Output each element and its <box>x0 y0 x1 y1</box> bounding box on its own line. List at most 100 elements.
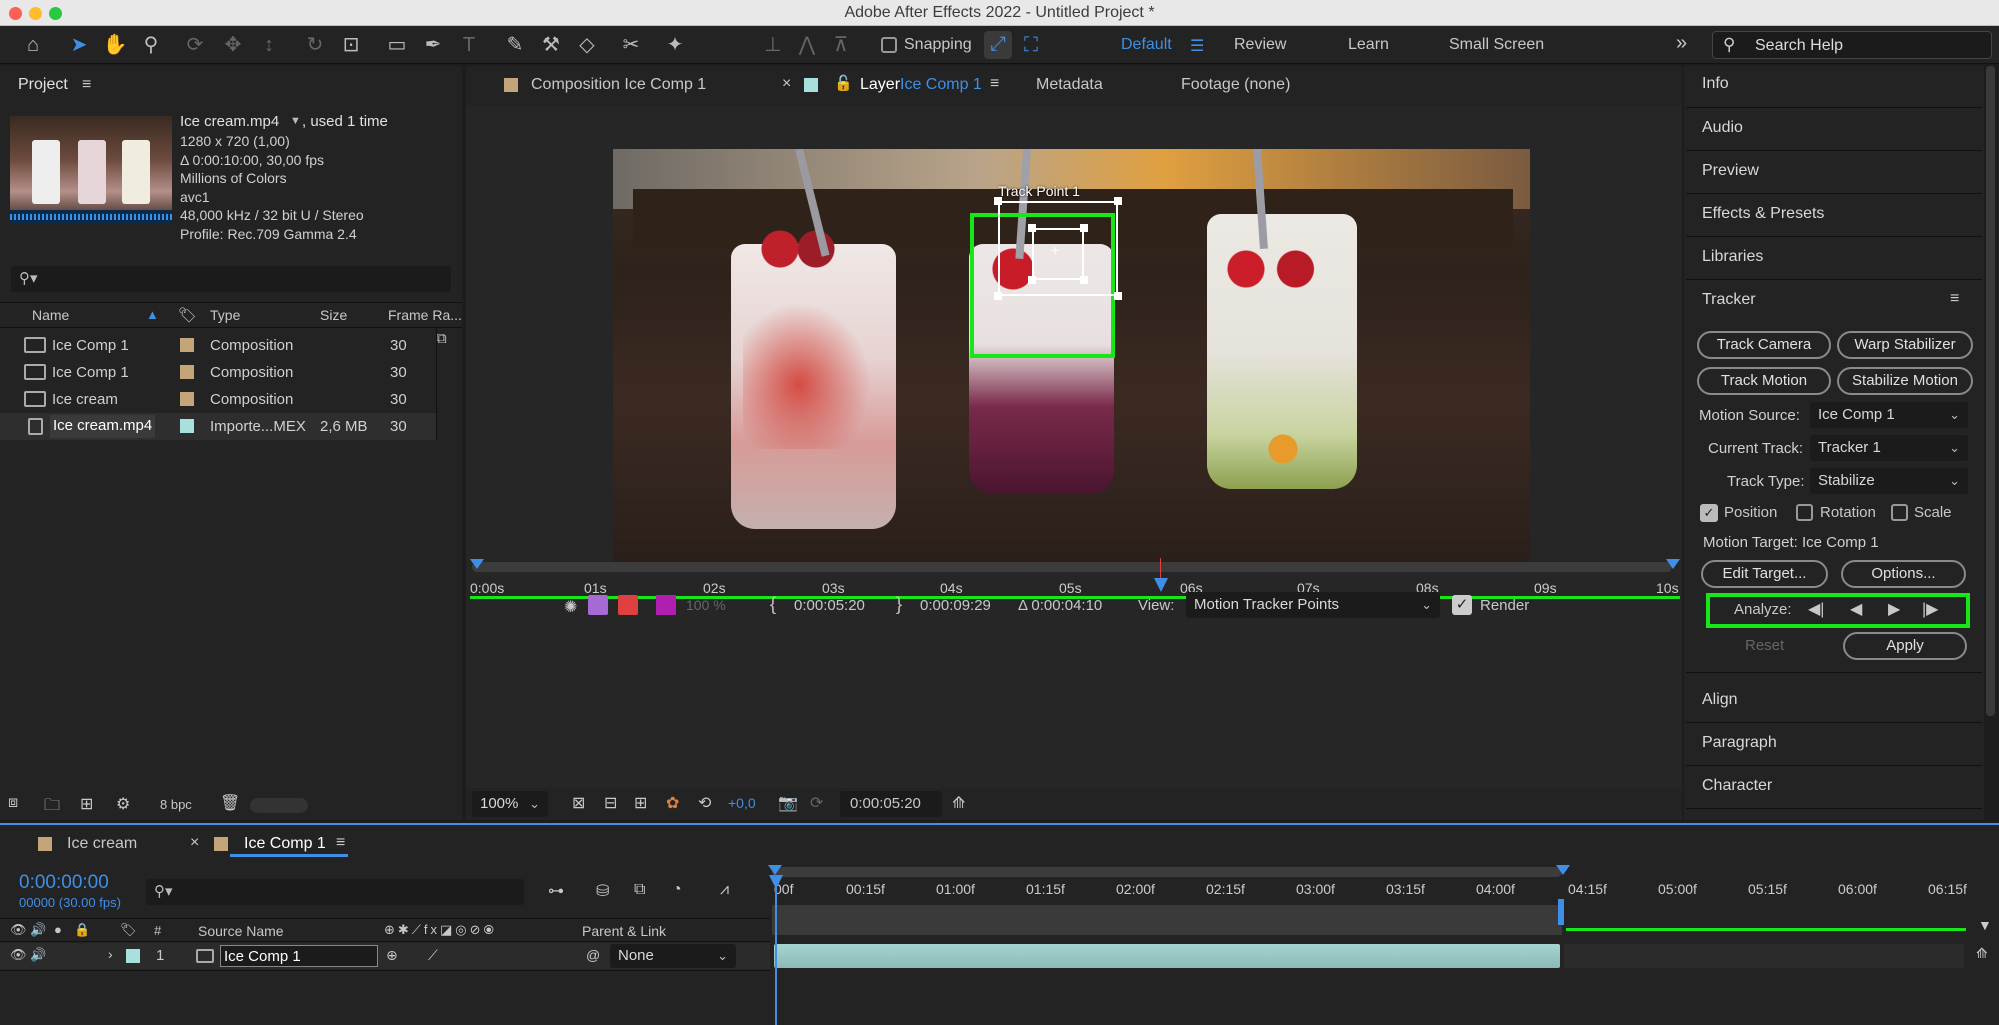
shy-switch-icon[interactable]: ⊕ <box>386 947 398 964</box>
panel-align[interactable]: Align <box>1702 691 1738 709</box>
footer-slider[interactable] <box>250 798 308 813</box>
solo-icon[interactable]: ● <box>54 922 62 937</box>
timeline-tab-ice-cream[interactable]: Ice cream <box>67 835 137 853</box>
layer-duration-bar[interactable] <box>774 944 1560 968</box>
eye-icon[interactable]: 👁 <box>10 922 27 938</box>
flowchart-icon[interactable]: ⧉ <box>436 330 447 347</box>
type-tool-icon[interactable]: T <box>456 32 482 58</box>
current-track-dropdown[interactable]: Tracker 1 ⌄ <box>1810 435 1968 461</box>
layer-row[interactable]: 👁 🔊 › 1 Ice Comp 1 ⊕ ⟋ @ None ⌄ <box>0 943 770 969</box>
composition-mini-flowchart-icon[interactable]: ⊶ <box>548 881 564 901</box>
label-swatch[interactable] <box>180 365 194 379</box>
snap-edge-icon[interactable]: ⤢ <box>984 31 1012 59</box>
new-composition-icon[interactable]: ⊞ <box>80 794 93 814</box>
rotate-tool-icon[interactable]: ↻ <box>302 32 328 58</box>
opacity-value[interactable]: 100 % <box>686 597 726 613</box>
eye-icon[interactable]: 👁 <box>10 947 27 963</box>
new-folder-icon[interactable]: 🗀 <box>44 794 60 821</box>
expand-chevron-icon[interactable]: › <box>108 946 113 962</box>
track-type-dropdown[interactable]: Stabilize ⌄ <box>1810 468 1968 494</box>
right-panel-scrollbar[interactable] <box>1986 66 1995 716</box>
panel-info[interactable]: Info <box>1702 75 1729 93</box>
panel-character[interactable]: Character <box>1702 777 1772 795</box>
grid-icon[interactable]: ⊞ <box>634 793 647 813</box>
pan-tool-icon[interactable]: ✥ <box>220 32 246 58</box>
close-tab-icon[interactable]: × <box>782 75 791 93</box>
out-point-time[interactable]: 0:00:09:29 <box>920 597 991 614</box>
set-in-point-icon[interactable]: { <box>770 594 776 615</box>
show-channel-icon[interactable] <box>588 595 608 615</box>
axis-world-icon[interactable]: ⋀ <box>794 32 820 58</box>
color-overlay-icon[interactable] <box>656 595 676 615</box>
snapshot-icon[interactable]: 📷 <box>778 793 798 813</box>
position-checkbox[interactable]: ✓ <box>1700 504 1718 522</box>
orbit-tool-icon[interactable]: ⟳ <box>182 32 208 58</box>
interpret-footage-icon[interactable]: ⧈ <box>8 794 18 812</box>
show-snapshot-icon[interactable]: ⟳ <box>810 793 823 813</box>
workspace-default[interactable]: Default <box>1121 36 1172 54</box>
viewer-menu-icon[interactable]: ≡ <box>990 75 999 93</box>
draft-3d-icon[interactable]: ⛁ <box>596 881 609 901</box>
tab-footage[interactable]: Footage (none) <box>1181 76 1290 94</box>
exposure-value[interactable]: +0,0 <box>728 795 756 811</box>
label-tag-icon[interactable]: 🏷 <box>120 922 137 938</box>
parent-link-header[interactable]: Parent & Link <box>582 923 666 939</box>
footage-dropdown-icon[interactable]: ▼ <box>290 115 301 127</box>
column-frame-rate[interactable]: Frame Ra... <box>388 307 462 323</box>
column-size[interactable]: Size <box>320 307 347 323</box>
column-name[interactable]: Name <box>32 307 69 323</box>
puppet-pin-tool-icon[interactable]: ✦ <box>662 32 688 58</box>
audio-icon[interactable]: 🔊 <box>30 947 46 963</box>
roto-brush-tool-icon[interactable]: ✂ <box>618 32 644 58</box>
panel-paragraph[interactable]: Paragraph <box>1702 734 1777 752</box>
analyze-back-one-frame-icon[interactable]: ◀| <box>1808 599 1824 619</box>
timeline-time-ruler[interactable]: 00f 00:15f 01:00f 01:15f 02:00f 02:15f 0… <box>768 865 1986 1025</box>
trash-icon[interactable]: 🗑 <box>220 793 240 813</box>
handle[interactable] <box>1028 276 1036 284</box>
snapping-checkbox[interactable] <box>881 37 897 53</box>
timeline-playhead[interactable] <box>775 875 777 1025</box>
project-search-input[interactable]: ⚲▾ <box>11 266 451 292</box>
reset-button[interactable]: Reset <box>1745 637 1784 654</box>
timeline-search-input[interactable]: ⚲▾ <box>146 879 524 905</box>
axis-view-icon[interactable]: ⊼ <box>828 32 854 58</box>
anchor-tool-icon[interactable]: ⊡ <box>338 32 364 58</box>
lock-icon[interactable]: 🔓 <box>834 74 853 92</box>
zoom-dropdown[interactable]: 100% ⌄ <box>472 791 548 817</box>
apply-button[interactable]: Apply <box>1843 632 1967 660</box>
analyze-forward-one-frame-icon[interactable]: |▶ <box>1922 599 1938 619</box>
pen-tool-icon[interactable]: ✒ <box>420 32 446 58</box>
track-point-attach-icon[interactable]: + <box>1051 242 1059 258</box>
label-swatch[interactable] <box>180 392 194 406</box>
comp-button-icon[interactable]: ⟰ <box>1976 945 1988 962</box>
handle[interactable] <box>994 197 1002 205</box>
brush-tool-icon[interactable]: ✎ <box>502 32 528 58</box>
analyze-backward-icon[interactable]: ◀ <box>1850 599 1862 619</box>
bpc-button[interactable]: 8 bpc <box>160 797 192 812</box>
track-camera-button[interactable]: Track Camera <box>1697 331 1831 359</box>
reset-exposure-icon[interactable]: ⟲ <box>698 793 711 813</box>
column-type[interactable]: Type <box>210 307 240 323</box>
handle[interactable] <box>1028 224 1036 232</box>
project-item-selected[interactable]: Ice cream.mp4 Importe...MEX 2,6 MB 30 <box>0 413 436 440</box>
eraser-tool-icon[interactable]: ◇ <box>574 32 600 58</box>
tracker-menu-icon[interactable]: ≡ <box>1950 290 1959 308</box>
snap-feature-icon[interactable]: ⛶ <box>1018 32 1044 58</box>
frame-blending-icon[interactable]: ⧉ <box>634 881 645 899</box>
label-tag-icon[interactable]: 🏷 <box>178 306 197 324</box>
channels-icon[interactable]: ✿ <box>666 793 679 813</box>
parent-dropdown[interactable]: None ⌄ <box>610 944 736 968</box>
close-tab-icon[interactable]: × <box>190 834 199 852</box>
home-icon[interactable]: ⌂ <box>20 32 46 58</box>
quality-switch-icon[interactable]: ⟋ <box>428 947 438 964</box>
motion-blur-icon[interactable]: ◔ <box>672 881 682 899</box>
analyze-forward-icon[interactable]: ▶ <box>1888 599 1900 619</box>
zoom-tool-icon[interactable]: ⚲ <box>138 32 164 58</box>
handle[interactable] <box>1080 276 1088 284</box>
work-area-end-marker[interactable] <box>1558 899 1564 925</box>
workspace-overflow-icon[interactable]: » <box>1676 32 1687 55</box>
graph-editor-icon[interactable]: ⩘ <box>720 881 729 899</box>
lock-icon[interactable]: 🔒 <box>74 922 90 938</box>
panel-libraries[interactable]: Libraries <box>1702 248 1763 266</box>
scale-checkbox[interactable] <box>1891 504 1908 521</box>
